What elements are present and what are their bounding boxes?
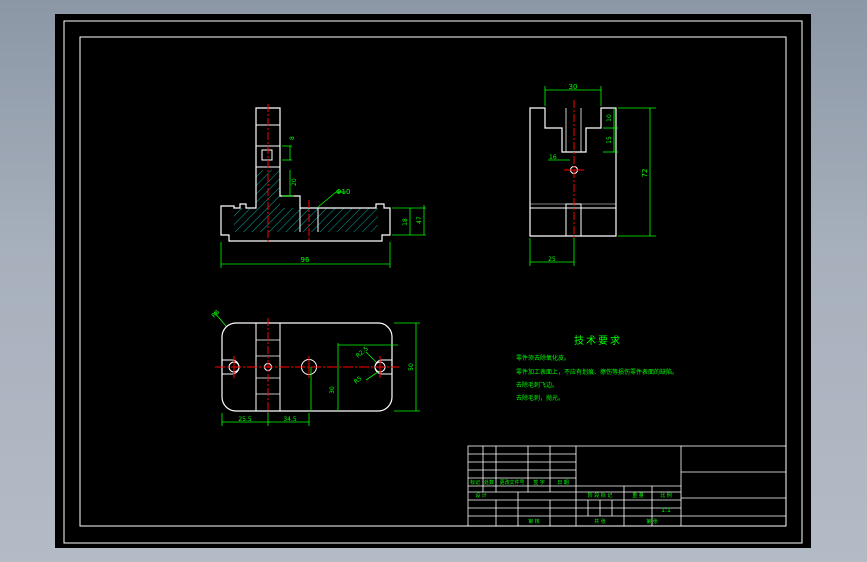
model-space-canvas[interactable]: [55, 14, 811, 548]
tb-scale-value: 1:1: [661, 507, 671, 514]
side-dim-step2: 15: [606, 136, 613, 144]
front-dim-pin-height: 20: [291, 178, 298, 186]
tb-change-doc: 更改文件号: [499, 479, 524, 486]
tb-scale-label: 比 例: [660, 492, 672, 499]
tech-requirement-line-1: 零件须去除氧化皮。: [516, 354, 570, 362]
top-dim-hole-pos: 30: [329, 386, 336, 394]
tb-sheets-total: 共 张: [594, 518, 606, 525]
side-dim-bottom-width: 25: [548, 256, 556, 263]
tech-requirement-line-2: 零件加工表面上，不应有划痕、擦伤等损伤零件表面的缺陷。: [516, 368, 678, 376]
tb-sign: 签 字: [533, 479, 545, 486]
side-dim-offset: 16: [549, 154, 557, 161]
tech-requirement-line-3: 去除毛刺飞边。: [516, 381, 558, 389]
tb-design: 设 计: [475, 492, 487, 499]
side-dim-overall-height: 72: [641, 169, 649, 178]
tech-requirement-line-4: 去除毛刺，抛光。: [516, 394, 564, 402]
front-dim-overall-width: 96: [301, 256, 310, 264]
side-dim-step1: 10: [606, 114, 613, 122]
top-dim-width: 50: [408, 363, 415, 371]
front-dim-overall-height: 47: [416, 216, 423, 224]
tech-requirements-title: 技术要求: [574, 334, 622, 347]
cad-drawing-window: 96 18 47 8 20 Φ10 30 72 10 15 16 25 R8 R…: [55, 14, 811, 548]
top-dim-left: 25.5: [238, 416, 252, 423]
tb-mark: 标记: [470, 479, 480, 486]
front-dim-hole: Φ10: [336, 188, 350, 196]
side-dim-top-width: 30: [569, 83, 578, 91]
top-dim-center: 34.5: [283, 416, 297, 423]
tb-sheet-no: 第 张: [646, 518, 658, 525]
tb-weight: 重 量: [632, 492, 644, 499]
front-dim-slot: 8: [289, 136, 296, 140]
tb-stage-mark: 阶 段 标 记: [588, 492, 613, 499]
tb-date: 日 期: [557, 480, 569, 486]
front-dim-base-height: 18: [402, 218, 409, 226]
tb-count: 处数: [484, 479, 494, 486]
